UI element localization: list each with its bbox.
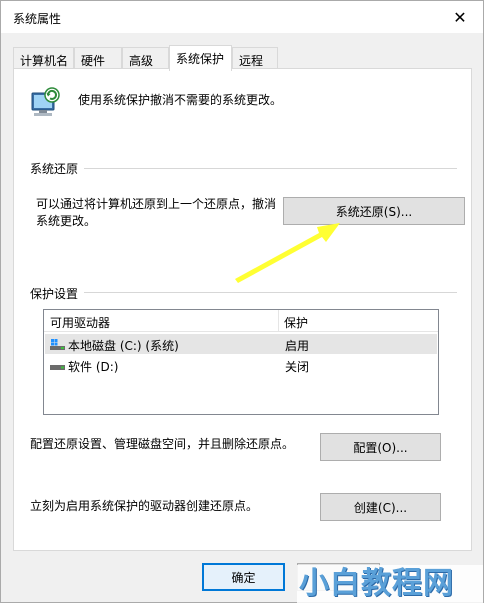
tab-hardware[interactable]: 硬件 (74, 47, 122, 69)
protection-group-line (80, 292, 457, 293)
list-item[interactable]: 本地磁盘 (C:) (系统) 启用 (45, 334, 437, 354)
drive-protection-status: 启用 (285, 339, 310, 353)
system-restore-button[interactable]: 系统还原(S)... (283, 197, 465, 225)
configure-description: 配置还原设置、管理磁盘空间，并且删除还原点。 (30, 437, 295, 451)
intro-text: 使用系统保护撤消不需要的系统更改。 (78, 93, 283, 107)
ok-button[interactable]: 确定 (202, 563, 285, 591)
column-separator[interactable] (278, 310, 279, 332)
drive-icon (50, 365, 65, 370)
list-header: 可用驱动器 保护 (44, 310, 438, 332)
system-protection-panel: 使用系统保护撤消不需要的系统更改。 系统还原 可以通过将计算机还原到上一个还原点… (13, 68, 472, 551)
drive-name: 软件 (D:) (68, 360, 119, 374)
watermark-logo: 小白教程网 (297, 565, 483, 603)
drive-protection-status: 关闭 (285, 360, 310, 374)
title-bar: 系统属性 ✕ (1, 1, 483, 33)
restore-group-line (74, 168, 457, 169)
column-header-protection[interactable]: 保护 (284, 314, 308, 331)
window-title: 系统属性 (13, 12, 62, 26)
create-button[interactable]: 创建(C)... (320, 493, 441, 521)
tab-remote[interactable]: 远程 (232, 47, 278, 69)
column-header-drives[interactable]: 可用驱动器 (50, 314, 110, 331)
drive-name: 本地磁盘 (C:) (系统) (68, 339, 179, 353)
system-drive-icon (50, 339, 65, 350)
drive-list[interactable]: 可用驱动器 保护 本地磁盘 (C:) (系统) 启用 软件 (D:) 关闭 (43, 309, 439, 415)
close-icon: ✕ (453, 7, 467, 27)
tab-system-protection[interactable]: 系统保护 (169, 45, 232, 71)
computer-shield-icon (31, 87, 60, 116)
configure-button[interactable]: 配置(O)... (320, 433, 441, 461)
restore-group-label: 系统还原 (30, 160, 85, 177)
create-description: 立刻为启用系统保护的驱动器创建还原点。 (30, 499, 259, 513)
tab-advanced[interactable]: 高级 (122, 47, 169, 69)
system-properties-dialog: 系统属性 ✕ 计算机名 硬件 高级 系统保护 远程 使用系统保护撤消不需要的系统… (0, 0, 484, 603)
restore-description: 可以通过将计算机还原到上一个还原点，撤消系统更改。 (36, 197, 277, 228)
list-item[interactable]: 软件 (D:) 关闭 (45, 355, 437, 375)
close-button[interactable]: ✕ (437, 1, 483, 33)
protection-group-label: 保护设置 (30, 285, 85, 302)
tab-computer-name[interactable]: 计算机名 (13, 47, 74, 69)
